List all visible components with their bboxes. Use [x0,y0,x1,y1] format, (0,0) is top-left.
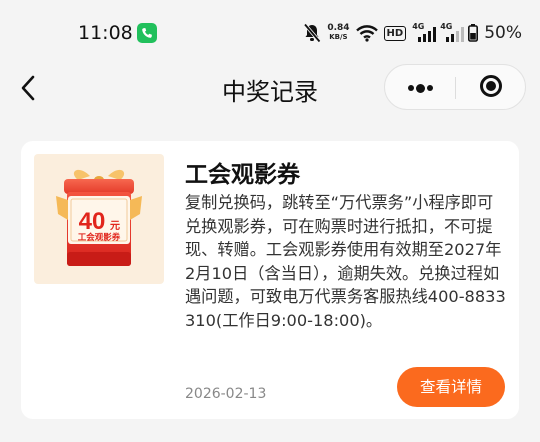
prize-record-card: 40 元 工会观影券 工会观影券 复制兑换码，跳转至“万代票务”小程序即可兑换观… [21,141,519,419]
nav-bar: 中奖记录 [0,64,540,112]
voucher-label: 工会观影券 [78,232,121,243]
voucher-thumbnail: 40 元 工会观影券 [34,154,164,284]
voucher-amount: 40 [79,208,106,235]
network-speed: 0.84 KB/S [327,24,349,42]
status-time: 11:08 [78,22,133,44]
status-bar: 11:08 0.84 KB/S HD 4G 4G 50% [0,0,540,66]
close-mini-program-button[interactable] [456,65,526,111]
more-menu-button[interactable] [385,65,455,111]
view-details-button[interactable]: 查看详情 [397,367,505,407]
bell-off-icon [303,23,322,43]
voucher-unit: 元 [110,220,120,232]
more-dot-icon [427,85,433,91]
prize-description: 复制兑换码，跳转至“万代票务”小程序即可兑换观影券，可在购票时进行抵扣，不可提现… [185,193,506,330]
more-dot-icon [416,83,425,93]
gift-voucher-icon: 40 元 工会观影券 [56,169,142,266]
signal-icon-sim1: 4G [412,22,437,42]
signal-icon-sim2: 4G [440,22,465,42]
hd-badge: HD [383,25,407,41]
prize-title: 工会观影券 [185,162,300,188]
battery-icon [468,24,479,42]
phone-call-icon [137,23,157,43]
wifi-icon [355,25,378,42]
more-dot-icon [408,85,414,91]
network-speed-value: 0.84 [327,23,350,33]
mini-program-capsule [384,64,526,110]
prize-date: 2026-02-13 [185,386,267,402]
network-speed-unit: KB/S [329,33,348,41]
target-icon-center [486,81,496,91]
status-icons: 0.84 KB/S HD 4G 4G 50% [303,22,522,44]
battery-percent: 50% [484,23,522,43]
